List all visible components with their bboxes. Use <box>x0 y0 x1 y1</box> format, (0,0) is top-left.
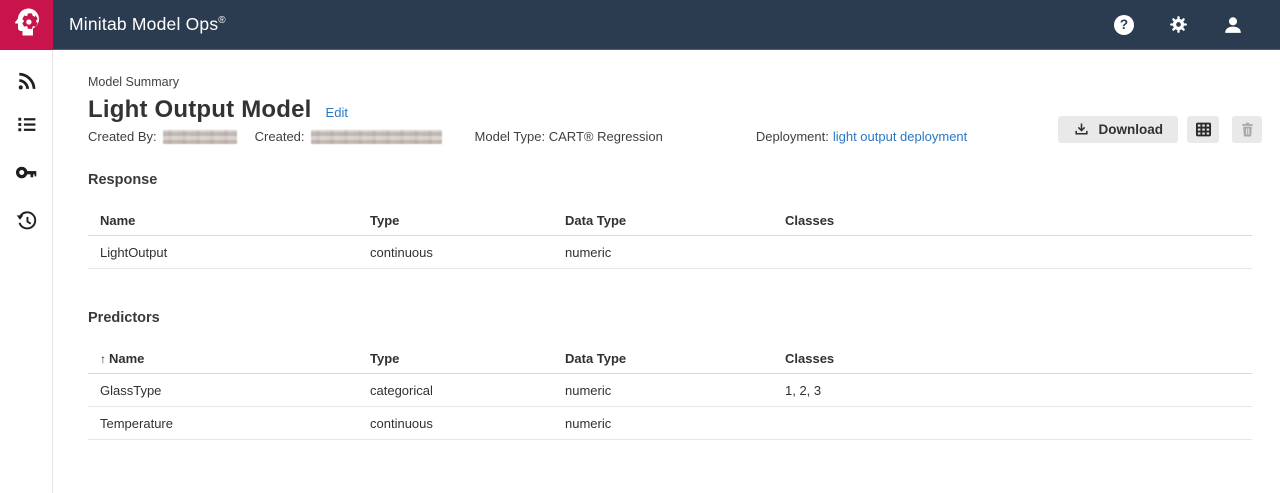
column-header-data-type[interactable]: Data Type <box>565 213 785 228</box>
model-type-field: Model Type: CART® Regression <box>475 129 663 144</box>
view-table-button[interactable] <box>1187 116 1219 143</box>
table-grid-icon <box>1194 120 1213 139</box>
table-row[interactable]: LightOutput continuous numeric <box>88 236 1252 269</box>
cell-classes: 1, 2, 3 <box>785 383 1252 398</box>
deployment-field: Deployment: light output deployment <box>756 129 967 144</box>
sidebar-item-history[interactable] <box>14 211 38 235</box>
cell-name: LightOutput <box>100 245 370 260</box>
minitab-logo[interactable] <box>0 0 53 50</box>
deployment-label: Deployment: <box>756 129 829 144</box>
table-row[interactable]: Temperature continuous numeric <box>88 407 1252 440</box>
column-header-name-sorted[interactable]: ↑Name <box>100 351 370 366</box>
cell-data-type: numeric <box>565 416 785 431</box>
breadcrumb: Model Summary <box>88 75 1252 89</box>
top-app-bar: Minitab Model Ops® ? <box>0 0 1280 50</box>
response-table-header: Name Type Data Type Classes <box>88 205 1252 236</box>
app-title: Minitab Model Ops® <box>69 14 1114 35</box>
settings-gear-icon[interactable] <box>1167 14 1189 36</box>
download-button[interactable]: Download <box>1058 116 1179 143</box>
column-header-classes[interactable]: Classes <box>785 351 1252 366</box>
download-icon <box>1073 121 1090 138</box>
deployment-link[interactable]: light output deployment <box>833 129 967 144</box>
cell-data-type: numeric <box>565 245 785 260</box>
predictors-table-header: ↑Name Type Data Type Classes <box>88 343 1252 374</box>
cell-name: Temperature <box>100 416 370 431</box>
account-person-icon[interactable] <box>1222 14 1244 36</box>
registered-mark: ® <box>218 15 226 26</box>
cell-type: categorical <box>370 383 565 398</box>
cell-type: continuous <box>370 245 565 260</box>
key-icon <box>15 161 38 189</box>
column-header-type[interactable]: Type <box>370 213 565 228</box>
cell-type: continuous <box>370 416 565 431</box>
sort-ascending-icon: ↑ <box>100 352 106 366</box>
cell-name: GlassType <box>100 383 370 398</box>
predictors-section-heading: Predictors <box>88 310 1252 326</box>
created-label: Created: <box>255 129 305 144</box>
column-header-name[interactable]: Name <box>100 213 370 228</box>
model-actions: Download <box>1058 116 1263 143</box>
column-header-classes[interactable]: Classes <box>785 213 1252 228</box>
created-redacted-value <box>311 130 442 144</box>
left-nav-sidebar <box>0 50 53 493</box>
column-header-type[interactable]: Type <box>370 351 565 366</box>
sidebar-item-keys[interactable] <box>14 163 38 187</box>
predictors-table: ↑Name Type Data Type Classes GlassType c… <box>88 343 1252 440</box>
created-by-label: Created By: <box>88 129 157 144</box>
history-icon <box>15 209 38 237</box>
response-table: Name Type Data Type Classes LightOutput … <box>88 205 1252 269</box>
response-section-heading: Response <box>88 172 1252 188</box>
page-title: Light Output Model <box>88 96 312 124</box>
model-type-value: CART® Regression <box>549 129 663 144</box>
brain-gear-icon <box>9 4 45 45</box>
sidebar-item-feeds[interactable] <box>14 72 38 96</box>
created-by-field: Created By: <box>88 129 237 144</box>
sidebar-item-list[interactable] <box>14 115 38 139</box>
cell-data-type: numeric <box>565 383 785 398</box>
list-icon <box>15 113 38 141</box>
help-icon[interactable]: ? <box>1114 15 1134 35</box>
edit-link[interactable]: Edit <box>326 105 348 120</box>
column-header-data-type[interactable]: Data Type <box>565 351 785 366</box>
trash-icon <box>1239 121 1256 138</box>
main-content: Model Summary Light Output Model Edit Cr… <box>53 50 1280 493</box>
delete-model-button[interactable] <box>1232 116 1262 143</box>
created-field: Created: <box>255 129 442 144</box>
table-row[interactable]: GlassType categorical numeric 1, 2, 3 <box>88 374 1252 407</box>
model-type-label: Model Type: <box>475 129 546 144</box>
created-by-redacted-value <box>163 130 237 144</box>
rss-feed-icon <box>15 70 38 98</box>
